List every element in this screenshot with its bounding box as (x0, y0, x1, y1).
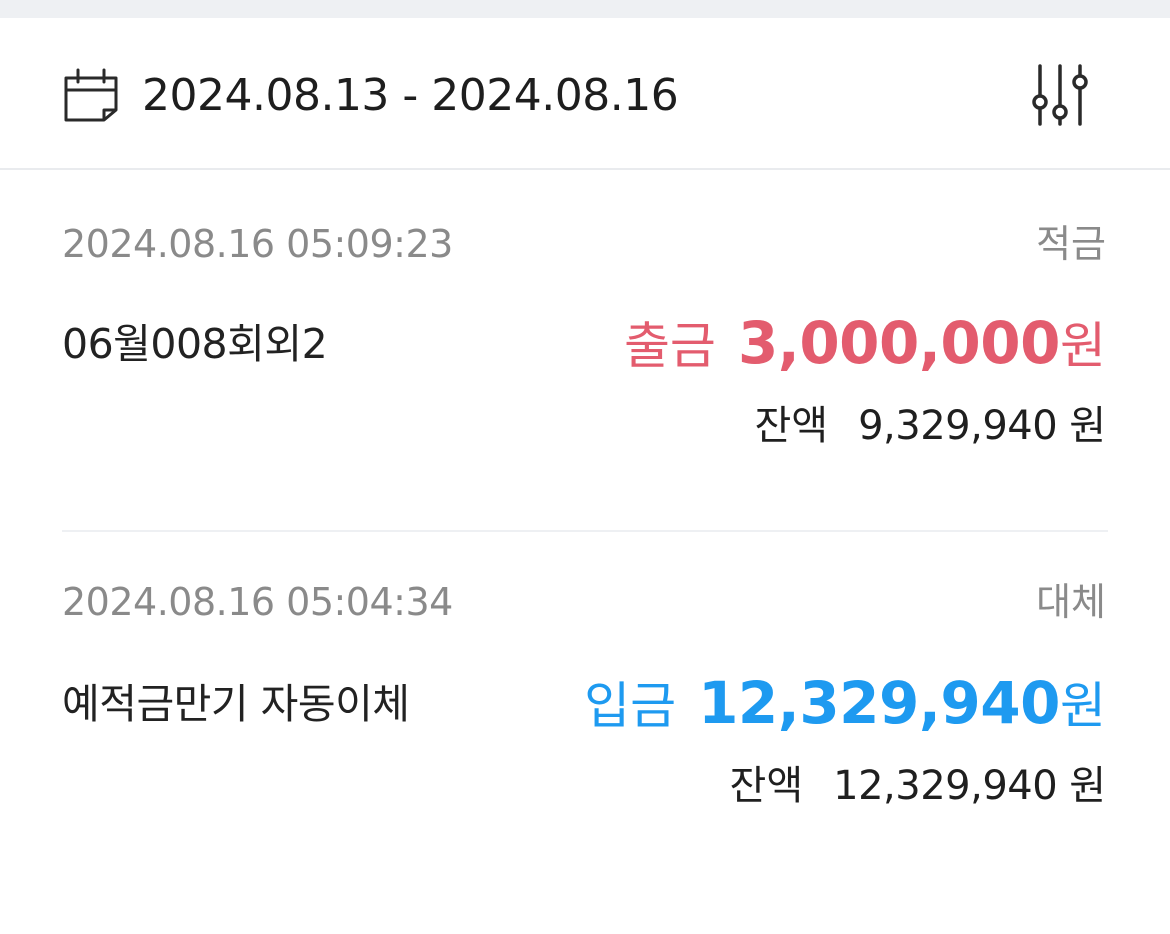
transaction-item[interactable]: 2024.08.16 05:04:34 대체 예적금만기 자동이체 입금 12,3… (62, 578, 1108, 838)
transaction-amount: 입금 12,329,940원 (584, 672, 1106, 737)
transaction-category: 대체 (1036, 580, 1106, 624)
balance-value: 12,329,940 (833, 763, 1058, 809)
amount-value: 12,329,940 (698, 669, 1060, 737)
transaction-description: 06월008회외2 (62, 320, 328, 368)
balance-unit: 원 (1069, 403, 1106, 449)
amount-value: 3,000,000 (737, 309, 1061, 377)
transaction-datetime: 2024.08.16 05:04:34 (62, 580, 453, 624)
list-divider (62, 530, 1108, 532)
sliders-icon[interactable] (1026, 62, 1094, 128)
calendar-icon[interactable] (62, 66, 120, 124)
transaction-amount: 출금 3,000,000원 (624, 312, 1106, 377)
balance-unit: 원 (1069, 763, 1106, 809)
transaction-balance: 잔액 9,329,940 원 (755, 400, 1107, 452)
transaction-item[interactable]: 2024.08.16 05:09:23 적금 06월008회외2 출금 3,000… (62, 218, 1108, 478)
amount-unit: 원 (1060, 317, 1106, 375)
transaction-kind: 출금 (623, 317, 716, 375)
transaction-datetime: 2024.08.16 05:09:23 (62, 222, 453, 266)
date-range-label[interactable]: 2024.08.13 - 2024.08.16 (142, 68, 679, 124)
balance-value: 9,329,940 (858, 403, 1058, 449)
transaction-kind: 입금 (584, 677, 677, 735)
transaction-balance: 잔액 12,329,940 원 (730, 760, 1106, 812)
top-strip (0, 0, 1170, 18)
transaction-description: 예적금만기 자동이체 (62, 680, 410, 728)
date-filter-bar[interactable]: 2024.08.13 - 2024.08.16 (0, 18, 1170, 170)
balance-label: 잔액 (754, 403, 829, 449)
transaction-category: 적금 (1036, 222, 1106, 266)
balance-label: 잔액 (729, 763, 804, 809)
amount-unit: 원 (1060, 677, 1106, 735)
